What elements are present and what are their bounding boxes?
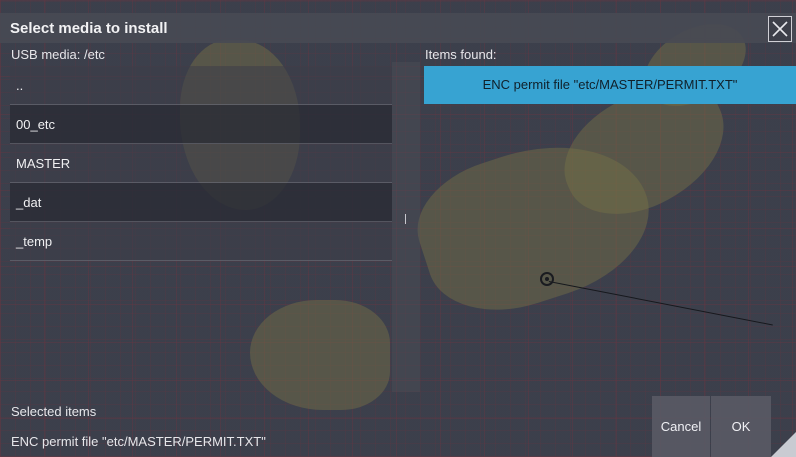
resize-corner-icon[interactable] xyxy=(771,432,796,457)
panel-splitter[interactable] xyxy=(392,62,420,392)
land-area xyxy=(250,300,390,410)
list-item-master[interactable]: MASTER xyxy=(10,144,392,183)
items-found-label: Items found: xyxy=(425,47,497,62)
selected-items-label: Selected items xyxy=(11,404,97,419)
list-item-parent[interactable]: .. xyxy=(10,66,392,105)
close-button[interactable] xyxy=(768,16,792,42)
dialog-title-bar: Select media to install xyxy=(0,13,796,43)
cancel-button[interactable]: Cancel xyxy=(652,396,710,457)
splitter-grip xyxy=(405,214,406,224)
own-ship-icon xyxy=(540,272,554,286)
media-folder-list: .. 00_etc MASTER _dat _temp xyxy=(10,66,392,261)
close-icon xyxy=(772,21,788,37)
dialog-title: Select media to install xyxy=(10,20,168,37)
usb-media-path-label: USB media: /etc xyxy=(11,47,105,62)
list-item-00-etc[interactable]: 00_etc xyxy=(10,105,392,144)
list-item-dat[interactable]: _dat xyxy=(10,183,392,222)
list-item-temp[interactable]: _temp xyxy=(10,222,392,261)
found-item[interactable]: ENC permit file "etc/MASTER/PERMIT.TXT" xyxy=(424,66,796,104)
ok-button[interactable]: OK xyxy=(711,396,771,457)
selected-item-value: ENC permit file "etc/MASTER/PERMIT.TXT" xyxy=(11,434,266,449)
